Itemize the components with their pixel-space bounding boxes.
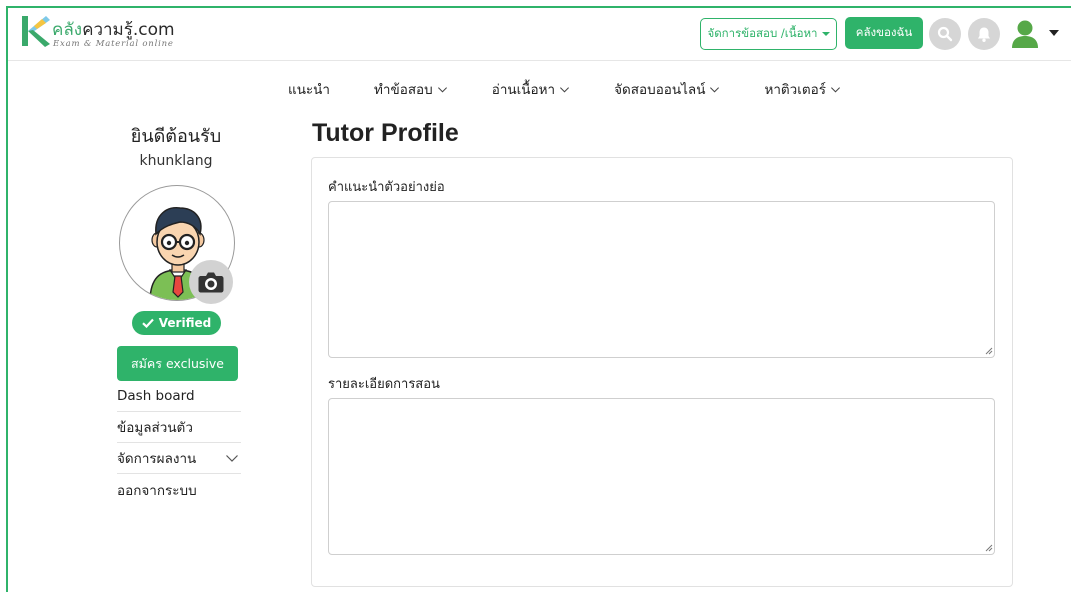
logo-k-icon (22, 16, 50, 47)
resize-grip-icon[interactable] (985, 347, 993, 355)
notification-button[interactable] (968, 18, 1000, 50)
resize-grip-icon[interactable] (985, 544, 993, 552)
bell-icon (978, 27, 990, 42)
caret-down-icon (821, 32, 830, 36)
nav-item-take-exam[interactable]: ทำข้อสอบ (374, 78, 448, 100)
welcome-heading: ยินดีต้อนรับ (130, 126, 222, 147)
manage-content-label: จัดการข้อสอบ /เนื้อหา (707, 26, 818, 40)
manage-content-dropdown[interactable]: จัดการข้อสอบ /เนื้อหา (700, 18, 837, 50)
short-intro-label: คำแนะนำตัวอย่างย่อ (328, 180, 445, 195)
sidebar-item-profile[interactable]: ข้อมูลส่วนตัว (117, 412, 241, 443)
nav-item-label: จัดสอบออนไลน์ (614, 82, 706, 98)
chevron-down-icon (437, 86, 447, 93)
sidebar-item-label: Dash board (117, 388, 195, 404)
site-logo[interactable]: คลังความรู้.com Exam & Material online (20, 14, 190, 56)
sidebar-item-manage-works[interactable]: จัดการผลงาน (117, 443, 241, 474)
chevron-down-icon (831, 86, 840, 93)
username-label: khunklang (139, 153, 213, 169)
camera-icon (198, 272, 224, 293)
chevron-down-icon (710, 86, 720, 93)
sidebar-item-label: ข้อมูลส่วนตัว (117, 420, 193, 436)
sidebar-item-dashboard[interactable]: Dash board (117, 381, 241, 412)
sidebar-item-logout[interactable]: ออกจากระบบ (117, 474, 241, 505)
logo-part-1: คลัง (52, 20, 83, 40)
sidebar-item-label: จัดการผลงาน (117, 451, 197, 467)
sidebar-menu: Dash board ข้อมูลส่วนตัว จัดการผลงาน ออก… (117, 381, 241, 505)
exclusive-signup-button[interactable]: สมัคร exclusive (117, 346, 238, 381)
sidebar-item-label: ออกจากระบบ (117, 482, 197, 499)
verified-label: Verified (158, 316, 212, 330)
search-button[interactable] (929, 18, 961, 50)
user-icon[interactable] (1008, 17, 1042, 51)
top-header: คลังความรู้.com Exam & Material online จ… (8, 8, 1071, 61)
verified-badge: Verified (132, 311, 221, 335)
check-icon (142, 318, 154, 328)
user-menu-caret-icon[interactable] (1049, 30, 1059, 36)
nav-item-label: ทำข้อสอบ (374, 82, 433, 98)
nav-item-online-exam[interactable]: จัดสอบออนไลน์ (614, 78, 720, 100)
change-photo-button[interactable] (189, 260, 233, 304)
my-store-button[interactable]: คลังของฉัน (845, 17, 923, 49)
logo-part-3: .com (132, 20, 175, 40)
page-title: Tutor Profile (312, 119, 459, 147)
logo-part-2: ความรู้ (82, 20, 133, 40)
chevron-down-icon (560, 86, 570, 93)
nav-item-find-tutor[interactable]: หาติวเตอร์ (764, 78, 841, 100)
search-icon (937, 26, 953, 42)
teaching-details-label: รายละเอียดการสอน (328, 377, 440, 392)
nav-item-recommend[interactable]: แนะนำ (288, 78, 330, 100)
short-intro-textarea[interactable] (328, 201, 995, 358)
chevron-down-icon (226, 454, 238, 462)
nav-item-label: หาติวเตอร์ (764, 82, 827, 98)
teaching-details-textarea[interactable] (328, 398, 995, 555)
nav-item-label: แนะนำ (288, 82, 330, 98)
nav-item-read-content[interactable]: อ่านเนื้อหา (492, 78, 570, 100)
main-nav: แนะนำ ทำข้อสอบ อ่านเนื้อหา จัดสอบออนไลน์… (288, 78, 841, 100)
logo-tagline: Exam & Material online (53, 39, 174, 49)
nav-item-label: อ่านเนื้อหา (491, 82, 556, 98)
